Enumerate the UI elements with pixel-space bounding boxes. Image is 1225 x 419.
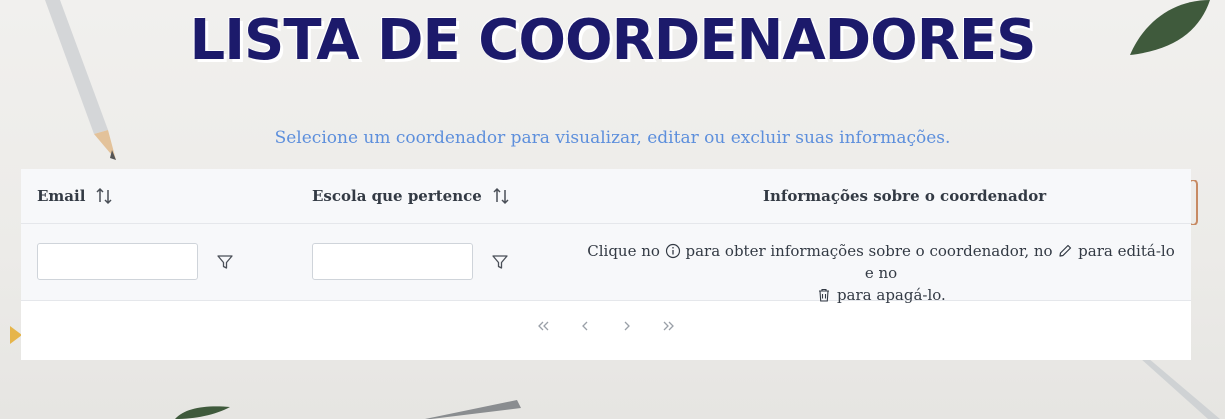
table-filter-row: Clique no para obter informações sobre o… bbox=[21, 224, 1191, 304]
next-page-icon[interactable] bbox=[620, 319, 634, 333]
column-header-info-label: Informações sobre o coordenador bbox=[763, 187, 1047, 205]
page-title: LISTA DE COORDENADORES bbox=[189, 8, 1037, 73]
escola-filter-input[interactable] bbox=[312, 243, 473, 280]
pencil-icon bbox=[1059, 244, 1072, 257]
trash-icon bbox=[819, 288, 830, 302]
prev-page-icon[interactable] bbox=[578, 319, 592, 333]
first-page-icon[interactable] bbox=[536, 319, 550, 333]
info-icon bbox=[665, 243, 680, 259]
column-header-info: Informações sobre o coordenador bbox=[763, 187, 1046, 205]
pen-decoration-bottom bbox=[425, 400, 521, 419]
page-subtitle: Selecione um coordenador para visualizar… bbox=[274, 128, 951, 148]
email-filter-input[interactable] bbox=[37, 243, 198, 280]
column-header-email-label: Email bbox=[37, 187, 86, 205]
filter-icon[interactable] bbox=[491, 253, 509, 271]
table-header-row: Email Escola que pertence Informações so… bbox=[21, 169, 1191, 224]
pagination bbox=[21, 319, 1191, 333]
column-header-escola-label: Escola que pertence bbox=[312, 187, 482, 205]
info-text-part1: Clique no bbox=[587, 242, 660, 260]
info-instructions: Clique no para obter informações sobre o… bbox=[581, 240, 1181, 306]
sort-icon[interactable] bbox=[492, 187, 510, 205]
info-text-part2: para obter informações sobre o coordenad… bbox=[685, 242, 1053, 260]
info-text-part4: para apagá-lo. bbox=[836, 286, 946, 304]
filter-icon[interactable] bbox=[216, 253, 234, 271]
coordinators-table: Email Escola que pertence Informações so… bbox=[21, 169, 1191, 360]
pen-decoration-right bbox=[1140, 358, 1220, 419]
sort-icon[interactable] bbox=[95, 187, 113, 205]
leaf-decoration-bottom bbox=[175, 406, 230, 419]
column-header-escola[interactable]: Escola que pertence bbox=[312, 187, 510, 205]
column-header-email[interactable]: Email bbox=[37, 187, 113, 205]
last-page-icon[interactable] bbox=[662, 319, 676, 333]
